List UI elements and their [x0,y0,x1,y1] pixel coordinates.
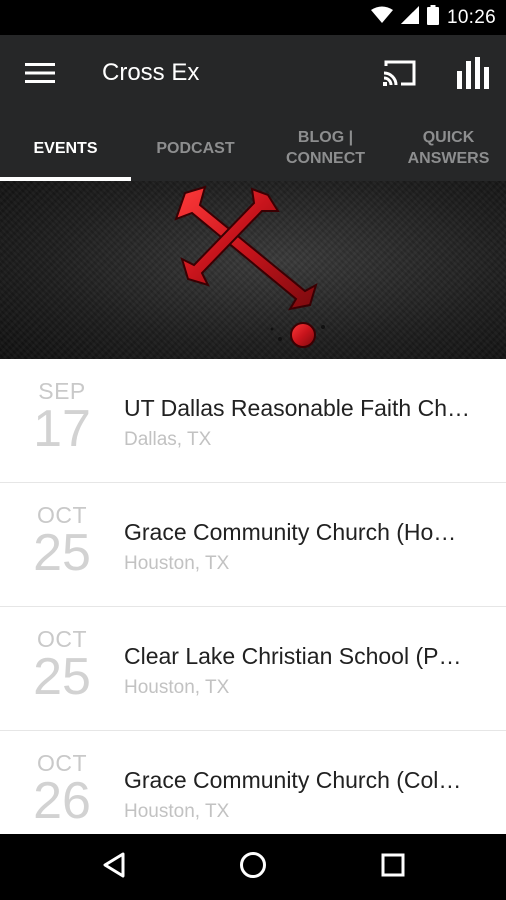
home-icon [239,851,267,884]
status-icons: 10:26 [370,0,496,35]
event-location: Houston, TX [124,801,230,822]
cast-button[interactable] [378,55,422,95]
event-title: UT Dallas Reasonable Faith Ch… [124,395,471,421]
home-button[interactable] [233,847,273,887]
event-title: Clear Lake Christian School (P… [124,643,462,669]
event-date: OCT 25 [20,627,104,703]
recents-button[interactable] [373,847,413,887]
tab-quick-answers[interactable]: QUICK ANSWERS [391,115,506,181]
back-button[interactable] [94,847,134,887]
event-day: 26 [33,772,91,830]
event-date: OCT 26 [20,751,104,827]
wifi-icon [370,6,393,29]
back-icon [102,852,126,883]
event-title: Grace Community Church (Ho… [124,519,457,545]
stats-button[interactable] [452,55,496,95]
event-date: OCT 25 [20,503,104,579]
system-nav-bar [0,834,506,900]
app-bar: Cross Ex [0,35,506,115]
tab-events[interactable]: EVENTS [0,115,131,181]
event-list: SEP 17 UT Dallas Reasonable Faith Ch… Da… [0,359,506,834]
event-day: 25 [33,648,91,706]
status-bar: 10:26 [0,0,506,35]
event-location: Houston, TX [124,553,230,574]
event-day: 25 [33,524,91,582]
event-list-item[interactable]: SEP 17 UT Dallas Reasonable Faith Ch… Da… [0,359,506,483]
tab-bar: EVENTS PODCAST BLOG | CONNECT QUICK ANSW… [0,115,506,181]
header-banner [0,181,506,359]
event-list-item[interactable]: OCT 25 Clear Lake Christian School (P… H… [0,607,506,731]
cast-icon [383,59,417,92]
app-title: Cross Ex [102,59,200,86]
event-list-item[interactable]: OCT 25 Grace Community Church (Ho… Houst… [0,483,506,607]
event-title: Grace Community Church (Col… [124,767,462,793]
menu-icon [25,62,55,88]
stats-icon [457,56,491,94]
battery-icon [426,5,439,30]
status-time: 10:26 [446,6,496,28]
event-location: Dallas, TX [124,429,212,450]
event-date: SEP 17 [20,379,104,455]
tab-blog-connect[interactable]: BLOG | CONNECT [260,115,391,181]
event-list-item[interactable]: OCT 26 Grace Community Church (Col… Hous… [0,731,506,834]
cross-logo-icon [174,185,325,348]
signal-icon [400,6,419,29]
event-day: 17 [33,400,91,458]
menu-button[interactable] [20,57,60,93]
recents-icon [381,853,405,882]
tab-podcast[interactable]: PODCAST [131,115,260,181]
event-location: Houston, TX [124,677,230,698]
